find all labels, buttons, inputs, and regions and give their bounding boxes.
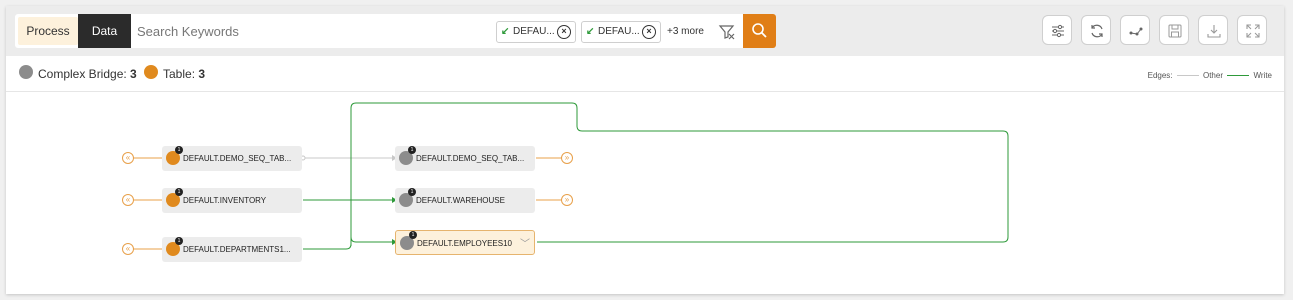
filter-chip-label: DEFAU... [598, 26, 640, 37]
node-label: DEFAULT.INVENTORY [183, 196, 267, 205]
node-label: DEFAULT.DEMO_SEQ_TAB... [183, 154, 292, 163]
edge-write[interactable] [350, 236, 392, 243]
refresh-icon [1091, 24, 1103, 38]
search-bar: Process Data ↙ DEFAU... × ↙ DEFAU... × +… [15, 14, 776, 48]
expand-downstream-icon[interactable]: » [561, 194, 573, 206]
edges-legend-write: Write [1253, 71, 1272, 80]
lineage-icon [1129, 27, 1143, 36]
edges-legend: Edges: Other Write [1148, 71, 1272, 80]
node-label: DEFAULT.EMPLOYEES10 [417, 239, 512, 248]
edge-write[interactable] [303, 243, 352, 250]
node-badge: 1 [408, 146, 416, 154]
graph-node-table[interactable]: 1 DEFAULT.DEMO_SEQ_TAB... [162, 146, 302, 171]
lineage-button[interactable] [1120, 15, 1150, 45]
settings-button[interactable] [1042, 15, 1072, 45]
filter-chip[interactable]: ↙ DEFAU... × [496, 21, 576, 43]
expand-downstream-icon[interactable]: » [561, 152, 573, 164]
node-badge: 1 [409, 231, 417, 239]
node-type-legend: Complex Bridge: 3 Table: 3 Edges: Other … [6, 56, 1284, 92]
filter-chip-label: DEFAU... [513, 26, 555, 37]
expand-upstream-icon[interactable]: « [122, 243, 134, 255]
legend-item-complex-bridge[interactable]: Complex Bridge: 3 [38, 67, 137, 81]
node-badge: 1 [175, 188, 183, 196]
write-edge-swatch [1227, 75, 1250, 77]
node-badge: 1 [408, 188, 416, 196]
lineage-graph[interactable]: « « « » » 1 DEFAULT.DEMO_SEQ_TAB... 1 DE… [6, 92, 1284, 294]
edges-legend-title: Edges: [1147, 71, 1173, 80]
close-icon[interactable]: × [557, 25, 571, 39]
tab-process[interactable]: Process [18, 17, 78, 45]
save-icon [1168, 24, 1182, 38]
edges-legend-other: Other [1202, 71, 1223, 80]
tab-data[interactable]: Data [78, 14, 131, 48]
lineage-panel: Process Data ↙ DEFAU... × ↙ DEFAU... × +… [6, 6, 1284, 294]
settings-sliders-icon [1052, 24, 1064, 38]
search-icon [752, 23, 767, 38]
download-button[interactable] [1198, 15, 1228, 45]
more-filters-link[interactable]: +3 more [667, 26, 704, 37]
node-label: DEFAULT.DEMO_SEQ_TAB... [416, 154, 525, 163]
node-label: DEFAULT.WAREHOUSE [416, 196, 505, 205]
arrow-down-left-icon: ↙ [586, 26, 595, 37]
clear-filter-icon[interactable] [718, 23, 736, 41]
graph-node-complex-bridge[interactable]: 1 DEFAULT.WAREHOUSE [395, 188, 535, 213]
node-badge: 1 [175, 237, 183, 245]
expand-upstream-icon[interactable]: « [122, 194, 134, 206]
search-button[interactable] [743, 14, 776, 48]
close-icon[interactable]: × [642, 25, 656, 39]
fullscreen-icon [1246, 24, 1260, 38]
top-toolbar: Process Data ↙ DEFAU... × ↙ DEFAU... × +… [6, 6, 1284, 56]
other-edge-swatch [1176, 75, 1199, 77]
node-label: DEFAULT.DEPARTMENTS1... [183, 245, 291, 254]
filter-chip[interactable]: ↙ DEFAU... × [581, 21, 661, 43]
complex-bridge-icon [19, 65, 33, 79]
edge-write[interactable] [350, 102, 1009, 244]
chevron-down-icon[interactable]: ﹀ [520, 235, 530, 250]
table-icon [144, 65, 158, 79]
download-icon [1207, 25, 1221, 38]
graph-node-complex-bridge-selected[interactable]: 1 DEFAULT.EMPLOYEES10 ﹀ [395, 230, 535, 255]
legend-item-table[interactable]: Table: 3 [163, 67, 205, 81]
search-input[interactable] [137, 20, 477, 42]
graph-node-table[interactable]: 1 DEFAULT.INVENTORY [162, 188, 302, 213]
fullscreen-button[interactable] [1237, 15, 1267, 45]
expand-upstream-icon[interactable]: « [122, 152, 134, 164]
graph-node-table[interactable]: 1 DEFAULT.DEPARTMENTS1... [162, 237, 302, 262]
node-badge: 1 [175, 146, 183, 154]
graph-node-complex-bridge[interactable]: 1 DEFAULT.DEMO_SEQ_TAB... [395, 146, 535, 171]
save-button[interactable] [1159, 15, 1189, 45]
refresh-button[interactable] [1081, 15, 1111, 45]
arrow-down-left-icon: ↙ [501, 26, 510, 37]
